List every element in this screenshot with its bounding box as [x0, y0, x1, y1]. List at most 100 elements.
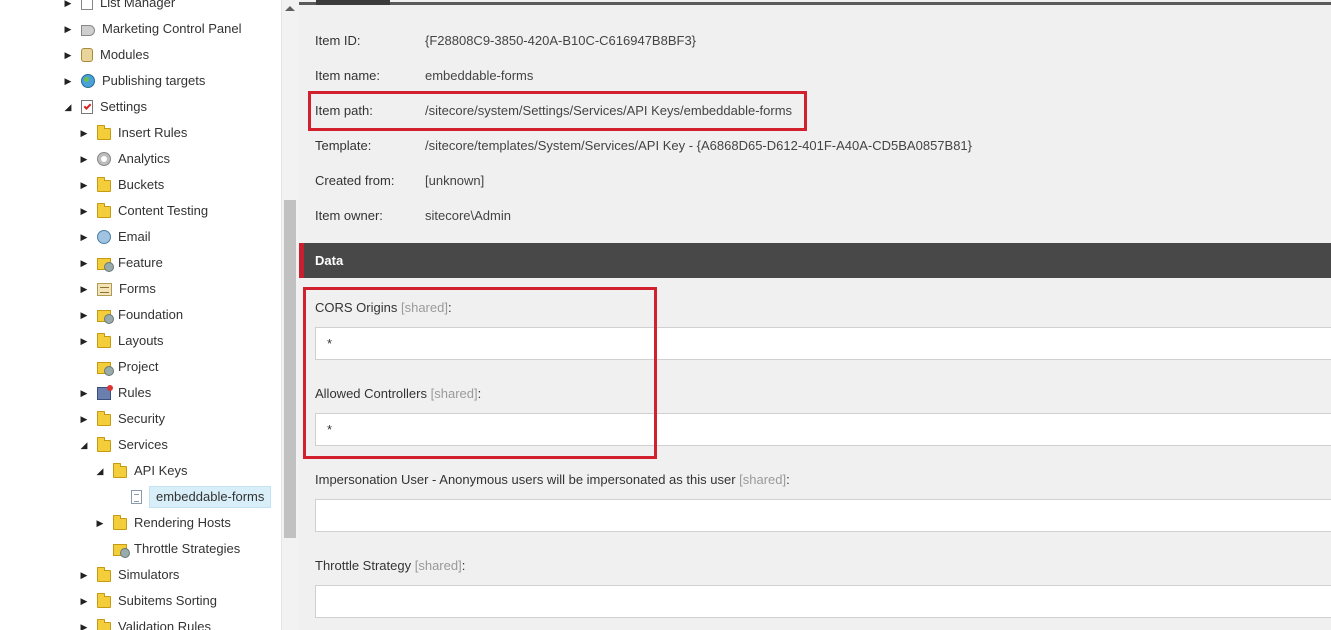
- expand-arrow-icon[interactable]: ▶: [79, 414, 89, 424]
- tree-item-label: Services: [118, 437, 168, 452]
- tree-item-list-manager[interactable]: ▶ List Manager: [63, 0, 175, 16]
- tree-item-foundation[interactable]: ▶ Foundation: [79, 302, 183, 328]
- tree-item-simulators[interactable]: ▶ Simulators: [79, 562, 179, 588]
- expand-arrow-icon[interactable]: ▶: [79, 154, 89, 164]
- tree-item-content-testing[interactable]: ▶ Content Testing: [79, 198, 208, 224]
- tree-item-layouts[interactable]: ▶ Layouts: [79, 328, 164, 354]
- expand-arrow-icon[interactable]: ▶: [79, 596, 89, 606]
- expand-arrow-icon[interactable]: ▶: [63, 50, 73, 60]
- expand-arrow-icon[interactable]: ▶: [79, 570, 89, 580]
- tree-item-settings[interactable]: ◢ Settings: [63, 94, 147, 120]
- tree-item-project[interactable]: ▶Project: [79, 354, 158, 380]
- expand-arrow-icon[interactable]: ▶: [79, 622, 89, 630]
- folder-icon: [113, 463, 127, 478]
- tree-item-email[interactable]: ▶ Email: [79, 224, 151, 250]
- tree-item-label: Email: [118, 229, 151, 244]
- template-value[interactable]: /sitecore/templates/System/Services/API …: [425, 138, 972, 153]
- list-icon: [81, 0, 93, 10]
- item-name-label: Item name:: [315, 68, 381, 83]
- tree-item-services[interactable]: ◢ Services: [79, 432, 168, 458]
- collapse-arrow-icon[interactable]: ◢: [79, 440, 89, 450]
- tree-item-throttle-strategies[interactable]: ▶Throttle Strategies: [95, 536, 240, 562]
- tree-item-label: Rules: [118, 385, 152, 400]
- expand-arrow-icon[interactable]: ▶: [63, 0, 73, 8]
- tree-item-label: Validation Rules: [118, 619, 211, 630]
- throttle-strategy-label-text: Throttle Strategy: [315, 558, 412, 573]
- expand-arrow-icon[interactable]: ▶: [79, 336, 89, 346]
- folder-icon: [97, 437, 111, 452]
- expand-arrow-icon[interactable]: ▶: [79, 206, 89, 216]
- scroll-up-arrow-icon[interactable]: [285, 6, 295, 11]
- expand-arrow-icon[interactable]: ▶: [95, 518, 105, 528]
- tree-item-label: Throttle Strategies: [134, 541, 241, 556]
- tree-item-label: Project: [118, 359, 159, 374]
- tree-item-label: Marketing Control Panel: [102, 21, 242, 36]
- cors-origins-label-text: CORS Origins: [315, 300, 398, 315]
- tree-item-modules[interactable]: ▶ Modules: [63, 42, 149, 68]
- shared-tag: [shared]: [400, 300, 448, 315]
- throttle-strategy-label: Throttle Strategy [shared]:: [315, 558, 466, 573]
- expand-arrow-icon[interactable]: ▶: [79, 180, 89, 190]
- folder-gear-icon: [113, 544, 130, 558]
- gear-icon: [97, 152, 111, 166]
- tree-item-label: Insert Rules: [118, 125, 188, 140]
- expand-arrow-icon[interactable]: ▶: [63, 24, 73, 34]
- tree-item-publishing-targets[interactable]: ▶ Publishing targets: [63, 68, 205, 94]
- tree-item-rules[interactable]: ▶ Rules: [79, 380, 151, 406]
- cors-origins-input[interactable]: [315, 327, 1331, 360]
- expand-arrow-icon[interactable]: ▶: [79, 310, 89, 320]
- folder-gear-icon: [97, 362, 114, 376]
- tree-scrollbar[interactable]: [281, 0, 299, 630]
- tree-item-security[interactable]: ▶ Security: [79, 406, 165, 432]
- folder-icon: [97, 203, 111, 218]
- allowed-controllers-input[interactable]: [315, 413, 1331, 446]
- tree-item-api-keys[interactable]: ◢ API Keys: [95, 458, 187, 484]
- folder-icon: [97, 333, 111, 348]
- item-name-value: embeddable-forms: [425, 68, 534, 83]
- expand-arrow-icon[interactable]: ▶: [79, 388, 89, 398]
- tree-item-label: Analytics: [118, 151, 171, 166]
- megaphone-icon: [81, 24, 95, 36]
- collapse-arrow-icon[interactable]: ◢: [95, 466, 105, 476]
- expand-arrow-icon[interactable]: ▶: [79, 284, 89, 294]
- folder-icon: [113, 515, 127, 530]
- allowed-controllers-label: Allowed Controllers [shared]:: [315, 386, 482, 401]
- tree-item-insert-rules[interactable]: ▶ Insert Rules: [79, 120, 187, 146]
- tree-item-label: API Keys: [134, 463, 188, 478]
- jar-icon: [81, 48, 93, 62]
- expand-arrow-icon[interactable]: ▶: [79, 232, 89, 242]
- shared-tag: [shared]: [430, 386, 478, 401]
- tree-item-buckets[interactable]: ▶ Buckets: [79, 172, 164, 198]
- tree-item-embeddable-forms[interactable]: ▶embeddable-forms: [111, 484, 272, 510]
- item-path-value: /sitecore/system/Settings/Services/API K…: [425, 103, 793, 118]
- tree-item-label: Forms: [119, 281, 156, 296]
- tree-item-label: Buckets: [118, 177, 165, 192]
- tree-item-subitems-sorting[interactable]: ▶ Subitems Sorting: [79, 588, 217, 614]
- tree-item-forms[interactable]: ▶ Forms: [79, 276, 156, 302]
- forms-icon: [97, 282, 112, 296]
- tree-item-validation-rules[interactable]: ▶ Validation Rules: [79, 614, 211, 630]
- tree-item-feature[interactable]: ▶ Feature: [79, 250, 163, 276]
- rules-icon: [97, 384, 113, 400]
- cors-origins-label: CORS Origins [shared]:: [315, 300, 452, 315]
- folder-icon: [97, 619, 111, 630]
- throttle-strategy-input[interactable]: [315, 585, 1331, 618]
- active-tab-indicator[interactable]: [316, 0, 390, 5]
- impersonation-user-input[interactable]: [315, 499, 1331, 532]
- impersonation-user-label-text: Impersonation User - Anonymous users wil…: [315, 472, 736, 487]
- tree-item-label: Foundation: [118, 307, 184, 322]
- tree-item-label: Security: [118, 411, 165, 426]
- created-from-label: Created from:: [315, 173, 395, 188]
- tree-item-analytics[interactable]: ▶ Analytics: [79, 146, 170, 172]
- shared-tag: [shared]: [739, 472, 787, 487]
- data-section-header[interactable]: Data: [299, 243, 1331, 278]
- tree-item-marketing-control-panel[interactable]: ▶ Marketing Control Panel: [63, 16, 242, 42]
- expand-arrow-icon[interactable]: ▶: [79, 128, 89, 138]
- expand-arrow-icon[interactable]: ▶: [79, 258, 89, 268]
- expand-arrow-icon[interactable]: ▶: [63, 76, 73, 86]
- collapse-arrow-icon[interactable]: ◢: [63, 102, 73, 112]
- tree-item-rendering-hosts[interactable]: ▶ Rendering Hosts: [95, 510, 231, 536]
- scroll-thumb[interactable]: [284, 200, 296, 538]
- template-label: Template:: [315, 138, 372, 153]
- tree-item-label: Content Testing: [118, 203, 209, 218]
